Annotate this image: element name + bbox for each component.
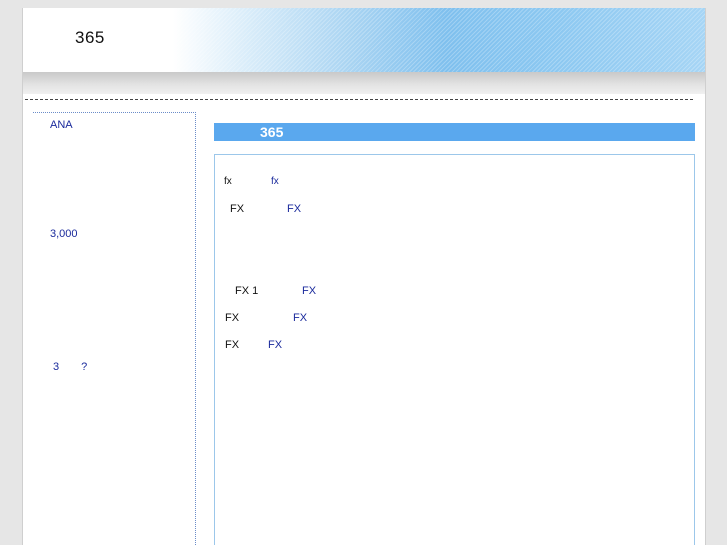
row-text: FX <box>225 339 240 351</box>
row-link[interactable]: FX <box>287 203 301 215</box>
main-title-bar: 365 <box>214 123 695 141</box>
sidebar-link-3[interactable]: 3 ? <box>53 358 87 374</box>
sidebar-link-ana[interactable]: ANA <box>50 119 73 131</box>
page-container: 365 ANA 3,000 3 ? 365 fx fx FX FX FX 1 F… <box>22 8 706 545</box>
sidebar-link-3000[interactable]: 3,000 <box>50 228 78 240</box>
sidebar: ANA 3,000 3 ? <box>33 112 196 545</box>
row-link[interactable]: FX <box>293 312 307 324</box>
row-link[interactable]: FX <box>268 339 282 351</box>
header-bottom-bar <box>23 72 705 94</box>
content-box: fx fx FX FX FX 1 FX FX FX FX FX <box>214 154 695 545</box>
row-text: FX <box>225 312 240 324</box>
row-text: FX 1 <box>235 285 259 297</box>
dashed-divider <box>25 99 693 100</box>
row-text: FX <box>230 203 245 215</box>
row-link[interactable]: fx <box>271 176 279 187</box>
site-header: 365 <box>23 8 705 72</box>
main-title: 365 <box>260 124 284 140</box>
site-title[interactable]: 365 <box>75 28 105 48</box>
row-link[interactable]: FX <box>302 285 316 297</box>
row-text: fx <box>224 176 232 187</box>
